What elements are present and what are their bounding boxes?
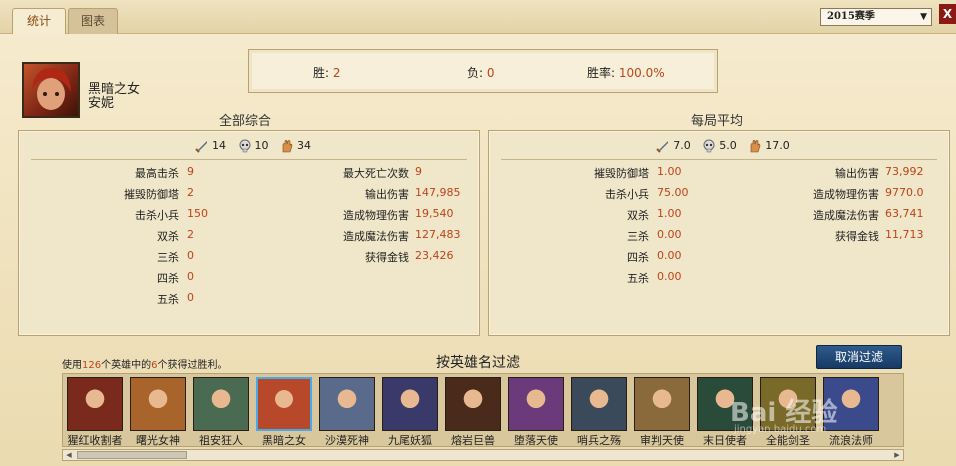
stat-row: 五杀 0.00 (627, 270, 682, 285)
average-title: 每局平均 (690, 114, 743, 129)
stat-row: 造成物理伤害 9770.0 (813, 186, 924, 201)
champion-tile-label: 曙光女神 (136, 434, 180, 447)
champion-portrait-icon (445, 377, 501, 431)
champion-portrait-icon (508, 377, 564, 431)
champion-face-icon (32, 68, 71, 110)
clear-filter-button[interactable]: 取消过滤 (816, 345, 902, 369)
stat-row: 最大死亡次数 9 (343, 165, 422, 180)
divider (501, 159, 937, 160)
stats-window: 统计 图表 2015赛季 ▼ X 黑暗之女 安妮 胜: 2 负: 0 胜率: 1… (0, 0, 956, 466)
average-panel: 7.0 5.0 17.0 摧毁防御塔 1.00 击杀小兵 75.00 双杀 1.00 … (488, 130, 950, 336)
stat-row: 获得金钱 23,426 (365, 249, 454, 264)
season-select-value: 2015赛季 (827, 11, 875, 22)
totals-panel: 14 10 34 最高击杀 9 摧毁防御塔 2 击杀小兵 150 双杀 2 三杀 0 四杀… (18, 130, 480, 336)
champion-portrait-icon (571, 377, 627, 431)
champion-portrait-icon (256, 377, 312, 431)
losses-stat: 负: 0 (467, 66, 495, 80)
assists-value: 17.0 (765, 139, 790, 152)
champion-tile[interactable]: 猩红收割者 (65, 377, 125, 447)
champion-portrait-icon (634, 377, 690, 431)
scroll-right-icon[interactable]: ▶ (891, 450, 903, 460)
champion-portrait (22, 62, 80, 118)
champion-portrait-icon (319, 377, 375, 431)
champion-tile[interactable]: 审判天使 (632, 377, 692, 447)
assist-hand-icon (282, 140, 293, 153)
stat-row: 获得金钱 11,713 (835, 228, 924, 243)
champion-name: 安妮 (88, 96, 115, 111)
close-button[interactable]: X (939, 4, 956, 24)
stat-row: 输出伤害 147,985 (365, 186, 461, 201)
tab-stats[interactable]: 统计 (12, 8, 66, 34)
assists-value: 34 (297, 139, 311, 152)
top-bar: 统计 图表 2015赛季 ▼ X (0, 0, 956, 34)
totals-title: 全部综合 (218, 114, 271, 129)
win-rate-stat: 胜率: 100.0% (587, 66, 665, 80)
champion-tile[interactable]: 九尾妖狐 (380, 377, 440, 447)
champion-tile-label: 黑暗之女 (262, 434, 306, 447)
kda-row: 7.0 5.0 17.0 (489, 139, 949, 155)
kills-value: 14 (212, 139, 226, 152)
champion-tile[interactable]: 黑暗之女 (254, 377, 314, 447)
skull-icon (239, 139, 250, 153)
stat-row: 造成物理伤害 19,540 (343, 207, 454, 222)
deaths-value: 5.0 (719, 139, 737, 152)
chevron-down-icon: ▼ (920, 12, 927, 22)
champion-tile[interactable]: 沙漠死神 (317, 377, 377, 447)
champion-tile-label: 猩红收割者 (67, 434, 123, 447)
wins-stat: 胜: 2 (313, 66, 341, 80)
sword-icon (195, 141, 207, 153)
champion-tile[interactable]: 哨兵之殇 (569, 377, 629, 447)
scrollbar-thumb[interactable] (77, 451, 187, 459)
champion-portrait-icon (67, 377, 123, 431)
horizontal-scrollbar[interactable]: ◀ ▶ (62, 449, 904, 461)
champion-tile[interactable]: 曙光女神 (128, 377, 188, 447)
tab-charts[interactable]: 图表 (68, 8, 118, 34)
champion-portrait-icon (193, 377, 249, 431)
champion-tile-label: 审判天使 (640, 434, 684, 447)
champion-tile[interactable]: 祖安狂人 (191, 377, 251, 447)
champion-tile-label: 沙漠死神 (325, 434, 369, 447)
season-select[interactable]: 2015赛季 ▼ (820, 8, 932, 26)
champion-portrait-icon (382, 377, 438, 431)
stat-row: 四杀 0 (157, 270, 194, 285)
champion-tile-label: 堕落天使 (514, 434, 558, 447)
champion-tile[interactable]: 堕落天使 (506, 377, 566, 447)
champion-portrait-icon (130, 377, 186, 431)
divider (31, 159, 467, 160)
stat-row: 输出伤害 73,992 (835, 165, 924, 180)
stat-row: 四杀 0.00 (627, 249, 682, 264)
champion-tile-label: 九尾妖狐 (388, 434, 432, 447)
stat-row: 造成魔法伤害 63,741 (813, 207, 924, 222)
win-loss-record: 胜: 2 负: 0 胜率: 100.0% (248, 49, 718, 93)
champion-tile-label: 祖安狂人 (199, 434, 243, 447)
assist-hand-icon (750, 140, 761, 153)
sword-icon (656, 141, 669, 153)
filter-title: 按英雄名过滤 (436, 355, 520, 371)
stat-row: 五杀 0 (157, 291, 194, 306)
stat-row: 造成魔法伤害 127,483 (343, 228, 461, 243)
champion-tile-label: 哨兵之殇 (577, 434, 621, 447)
filter-info: 使用126个英雄中的6个获得过胜利。 (62, 360, 228, 371)
watermark-logo: Bai 经验 jingyan.baidu.com (730, 398, 838, 435)
deaths-value: 10 (254, 139, 269, 152)
scroll-left-icon[interactable]: ◀ (63, 450, 75, 460)
kda-row: 14 10 34 (19, 139, 479, 155)
kills-value: 7.0 (673, 139, 691, 152)
champion-tile[interactable]: 熔岩巨兽 (443, 377, 503, 447)
champion-tile-label: 熔岩巨兽 (451, 434, 495, 447)
skull-icon (703, 139, 715, 153)
